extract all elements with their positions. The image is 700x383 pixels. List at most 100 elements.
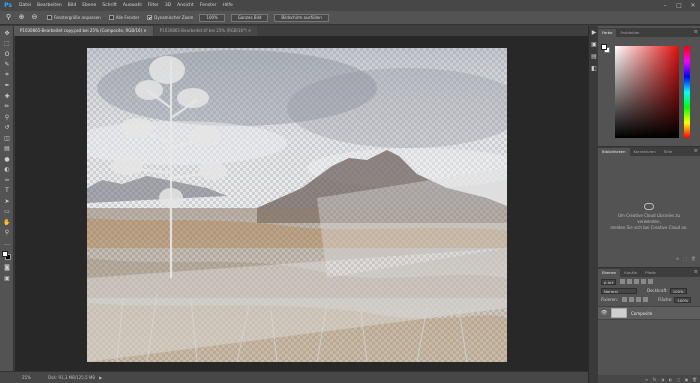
marquee-icon[interactable]: ⬚ [0, 39, 14, 50]
checkbox-box[interactable] [108, 15, 114, 20]
document-canvas-area[interactable] [15, 36, 588, 371]
hue-slider[interactable] [684, 46, 690, 138]
delete-layer-icon[interactable]: 🗑 [692, 377, 697, 382]
tab-pfade[interactable]: Pfade [641, 269, 660, 277]
link-layers-icon[interactable]: ∞ [644, 377, 649, 382]
layer-row-composite[interactable]: 👁 Composite [598, 306, 700, 320]
crop-icon[interactable]: ⌗ [0, 70, 14, 81]
layer-style-icon[interactable]: fx [652, 377, 657, 382]
color-picker-field[interactable] [615, 46, 679, 138]
menu-item-datei[interactable]: Datei [16, 0, 34, 11]
zoom-tool-icon[interactable]: ⚲ [4, 13, 13, 22]
filter-pixel-icon[interactable] [620, 279, 626, 284]
menu-item-auswahl[interactable]: Auswahl [120, 0, 145, 11]
eraser-icon[interactable]: ◫ [0, 133, 14, 144]
hand-icon[interactable]: ✋ [0, 217, 14, 228]
panel-menu-icon[interactable]: ≡ [694, 268, 698, 276]
menu-item-3d[interactable]: 3D [162, 0, 174, 11]
move-icon[interactable]: ✥ [0, 28, 14, 39]
foreground-color[interactable] [2, 250, 8, 257]
lock-pixels-icon[interactable] [628, 297, 634, 302]
tab-kanaele[interactable]: Kanäle [620, 269, 641, 277]
add-content-icon[interactable]: ⊕ [676, 256, 679, 264]
tab-korrekturen[interactable]: Korrekturen [630, 148, 660, 156]
color-swatches[interactable] [0, 249, 14, 263]
zoom-out-icon[interactable]: ⊖ [30, 13, 39, 22]
doc-tab-composite[interactable]: P1030865-Bearbeitet copy.psd bei 25% (Co… [14, 26, 153, 36]
trash-icon[interactable]: 🗑 [691, 256, 696, 264]
new-group-icon[interactable]: ▢ [676, 377, 681, 382]
menu-item-ansicht[interactable]: Ansicht [174, 0, 197, 11]
menu-item-ebene[interactable]: Ebene [79, 0, 99, 11]
healing-icon[interactable]: ✚ [0, 91, 14, 102]
history-brush-icon[interactable]: ↺ [0, 123, 14, 134]
new-layer-icon[interactable]: ▣ [684, 377, 689, 382]
opacity-field[interactable]: 100% [669, 287, 687, 294]
gradient-icon[interactable]: ▤ [0, 144, 14, 155]
shape-icon[interactable]: ▭ [0, 207, 14, 218]
color-panel-swatches[interactable] [601, 44, 611, 54]
lasso-icon[interactable]: ʘ [0, 49, 14, 60]
menu-item-bearbeiten[interactable]: Bearbeiten [34, 0, 65, 11]
image-canvas[interactable] [87, 48, 507, 362]
zoom-100-button[interactable]: 100% [199, 13, 225, 22]
blend-mode-select[interactable]: Normal [601, 287, 637, 294]
menu-item-schrift[interactable]: Schrift [99, 0, 120, 11]
adjustment-layer-icon[interactable]: ◐ [668, 377, 673, 382]
layer-name[interactable]: Composite [631, 311, 652, 316]
eye-icon[interactable]: 👁 [601, 310, 608, 316]
foreground-swatch[interactable] [601, 44, 607, 50]
more-tools-icon[interactable]: … [0, 238, 14, 249]
stock-icon[interactable]: ⬚ [683, 256, 687, 264]
checkbox-box[interactable] [147, 15, 153, 20]
lock-all-icon[interactable] [642, 297, 648, 302]
checkbox-box[interactable] [47, 15, 52, 20]
type-icon[interactable]: T [0, 186, 14, 197]
maximize-button[interactable]: □ [672, 0, 686, 11]
fit-window-checkbox[interactable]: Fenstergröße anpassen [47, 15, 101, 20]
path-select-icon[interactable]: ➤ [0, 196, 14, 207]
tab-farbfelder[interactable]: Farbfelder [616, 29, 643, 37]
brush-icon[interactable]: ✏ [0, 102, 14, 113]
menu-item-bild[interactable]: Bild [65, 0, 79, 11]
tab-ebenen[interactable]: Ebenen [598, 269, 621, 277]
quick-mask-icon[interactable]: ◙ [0, 263, 14, 274]
filter-smart-object-icon[interactable] [648, 279, 654, 284]
lock-position-icon[interactable] [635, 297, 641, 302]
fill-screen-button[interactable]: Bildschirm ausfüllen [274, 13, 329, 22]
all-windows-checkbox[interactable]: Alle Fenster [108, 15, 139, 20]
scrubby-zoom-checkbox[interactable]: Dynamischer Zoom [147, 15, 193, 20]
fit-window-label: Fenstergröße anpassen [54, 15, 101, 20]
blur-icon[interactable]: ● [0, 154, 14, 165]
close-button[interactable]: ✕ [686, 0, 700, 11]
zoom-in-icon[interactable]: ⊕ [17, 13, 26, 22]
status-menu-arrow[interactable]: ▶ [99, 375, 102, 380]
layer-filter-select[interactable]: ρ Art [601, 278, 617, 285]
fill-field[interactable]: 100% [674, 296, 692, 303]
menu-item-hilfe[interactable]: Hilfe [220, 0, 236, 11]
quick-select-icon[interactable]: ✎ [0, 60, 14, 71]
panel-menu-icon[interactable]: ≡ [694, 147, 698, 155]
dodge-icon[interactable]: ◐ [0, 165, 14, 176]
zoom-level[interactable]: 25% [0, 375, 31, 380]
layer-thumbnail [611, 308, 627, 318]
fit-screen-button[interactable]: Ganzes Bild [230, 13, 269, 22]
tab-stile[interactable]: Stile [660, 148, 676, 156]
tab-bibliotheken[interactable]: Bibliotheken [598, 148, 630, 156]
minimize-button[interactable]: – [658, 0, 672, 11]
tab-farbe[interactable]: Farbe [598, 29, 617, 37]
zoom-icon[interactable]: ⚲ [0, 228, 14, 239]
panel-menu-icon[interactable]: ≡ [694, 28, 698, 36]
screen-mode-icon[interactable]: ▣ [0, 273, 14, 284]
lock-transparency-icon[interactable] [621, 297, 627, 302]
filter-adjustment-icon[interactable] [627, 279, 633, 284]
pen-icon[interactable]: ✑ [0, 175, 14, 186]
filter-shape-icon[interactable] [641, 279, 647, 284]
stamp-icon[interactable]: ⚲ [0, 112, 14, 123]
filter-type-icon[interactable] [634, 279, 640, 284]
menu-item-fenster[interactable]: Fenster [197, 0, 220, 11]
eyedropper-icon[interactable]: ✒ [0, 81, 14, 92]
menu-item-filter[interactable]: Filter [145, 0, 162, 11]
layer-mask-icon[interactable]: ◑ [660, 377, 665, 382]
doc-tab-tif[interactable]: P1030865-Bearbeitet.tif bei 25% (RGB/16*… [153, 26, 258, 36]
